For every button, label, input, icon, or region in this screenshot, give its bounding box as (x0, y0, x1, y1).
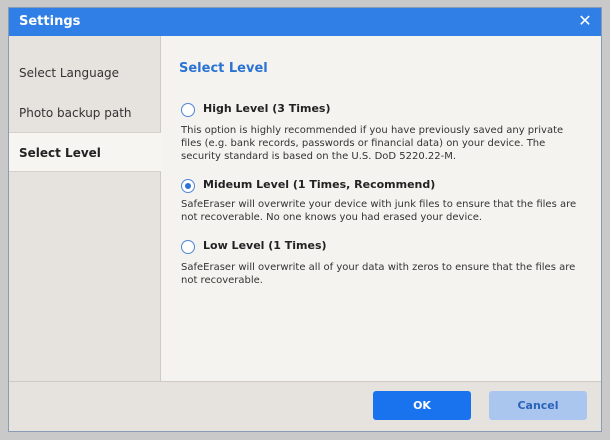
radio-checked-icon[interactable] (181, 179, 195, 193)
option-description: SafeEraser will overwrite all of your da… (181, 262, 576, 286)
option-mideum-level: Mideum Level (1 Times, Recommend) SafeEr… (181, 178, 591, 223)
sidebar-item-select-level[interactable]: Select Level (9, 132, 161, 172)
settings-dialog: Settings ✕ Select Language Photo backup … (8, 7, 602, 432)
option-description: SafeEraser will overwrite your device wi… (181, 199, 577, 223)
high-level-radio-row[interactable]: High Level (3 Times) (181, 102, 591, 118)
section-title: Select Level (179, 61, 268, 76)
option-label: High Level (3 Times) (203, 102, 331, 115)
ok-button[interactable]: OK (373, 391, 471, 420)
sidebar: Select Language Photo backup path Select… (9, 36, 161, 381)
title-bar: Settings ✕ (9, 8, 601, 36)
dialog-title: Settings (19, 14, 81, 29)
sidebar-item-label: Photo backup path (19, 106, 132, 120)
option-high-level: High Level (3 Times) This option is high… (181, 102, 591, 162)
close-icon[interactable]: ✕ (575, 11, 595, 31)
option-label: Low Level (1 Times) (203, 239, 327, 252)
low-level-radio-row[interactable]: Low Level (1 Times) (181, 239, 591, 255)
dialog-footer: OK Cancel (9, 381, 601, 431)
option-low-level: Low Level (1 Times) SafeEraser will over… (181, 239, 591, 286)
sidebar-item-label: Select Level (19, 146, 101, 160)
radio-icon[interactable] (181, 240, 195, 254)
sidebar-item-select-language[interactable]: Select Language (9, 53, 160, 93)
cancel-button[interactable]: Cancel (489, 391, 587, 420)
sidebar-item-photo-backup-path[interactable]: Photo backup path (9, 93, 160, 133)
option-label: Mideum Level (1 Times, Recommend) (203, 178, 436, 191)
main-panel: Select Level High Level (3 Times) This o… (161, 36, 601, 381)
sidebar-item-label: Select Language (19, 66, 120, 80)
option-description: This option is highly recommended if you… (181, 125, 564, 162)
radio-icon[interactable] (181, 103, 195, 117)
mideum-level-radio-row[interactable]: Mideum Level (1 Times, Recommend) (181, 178, 591, 194)
